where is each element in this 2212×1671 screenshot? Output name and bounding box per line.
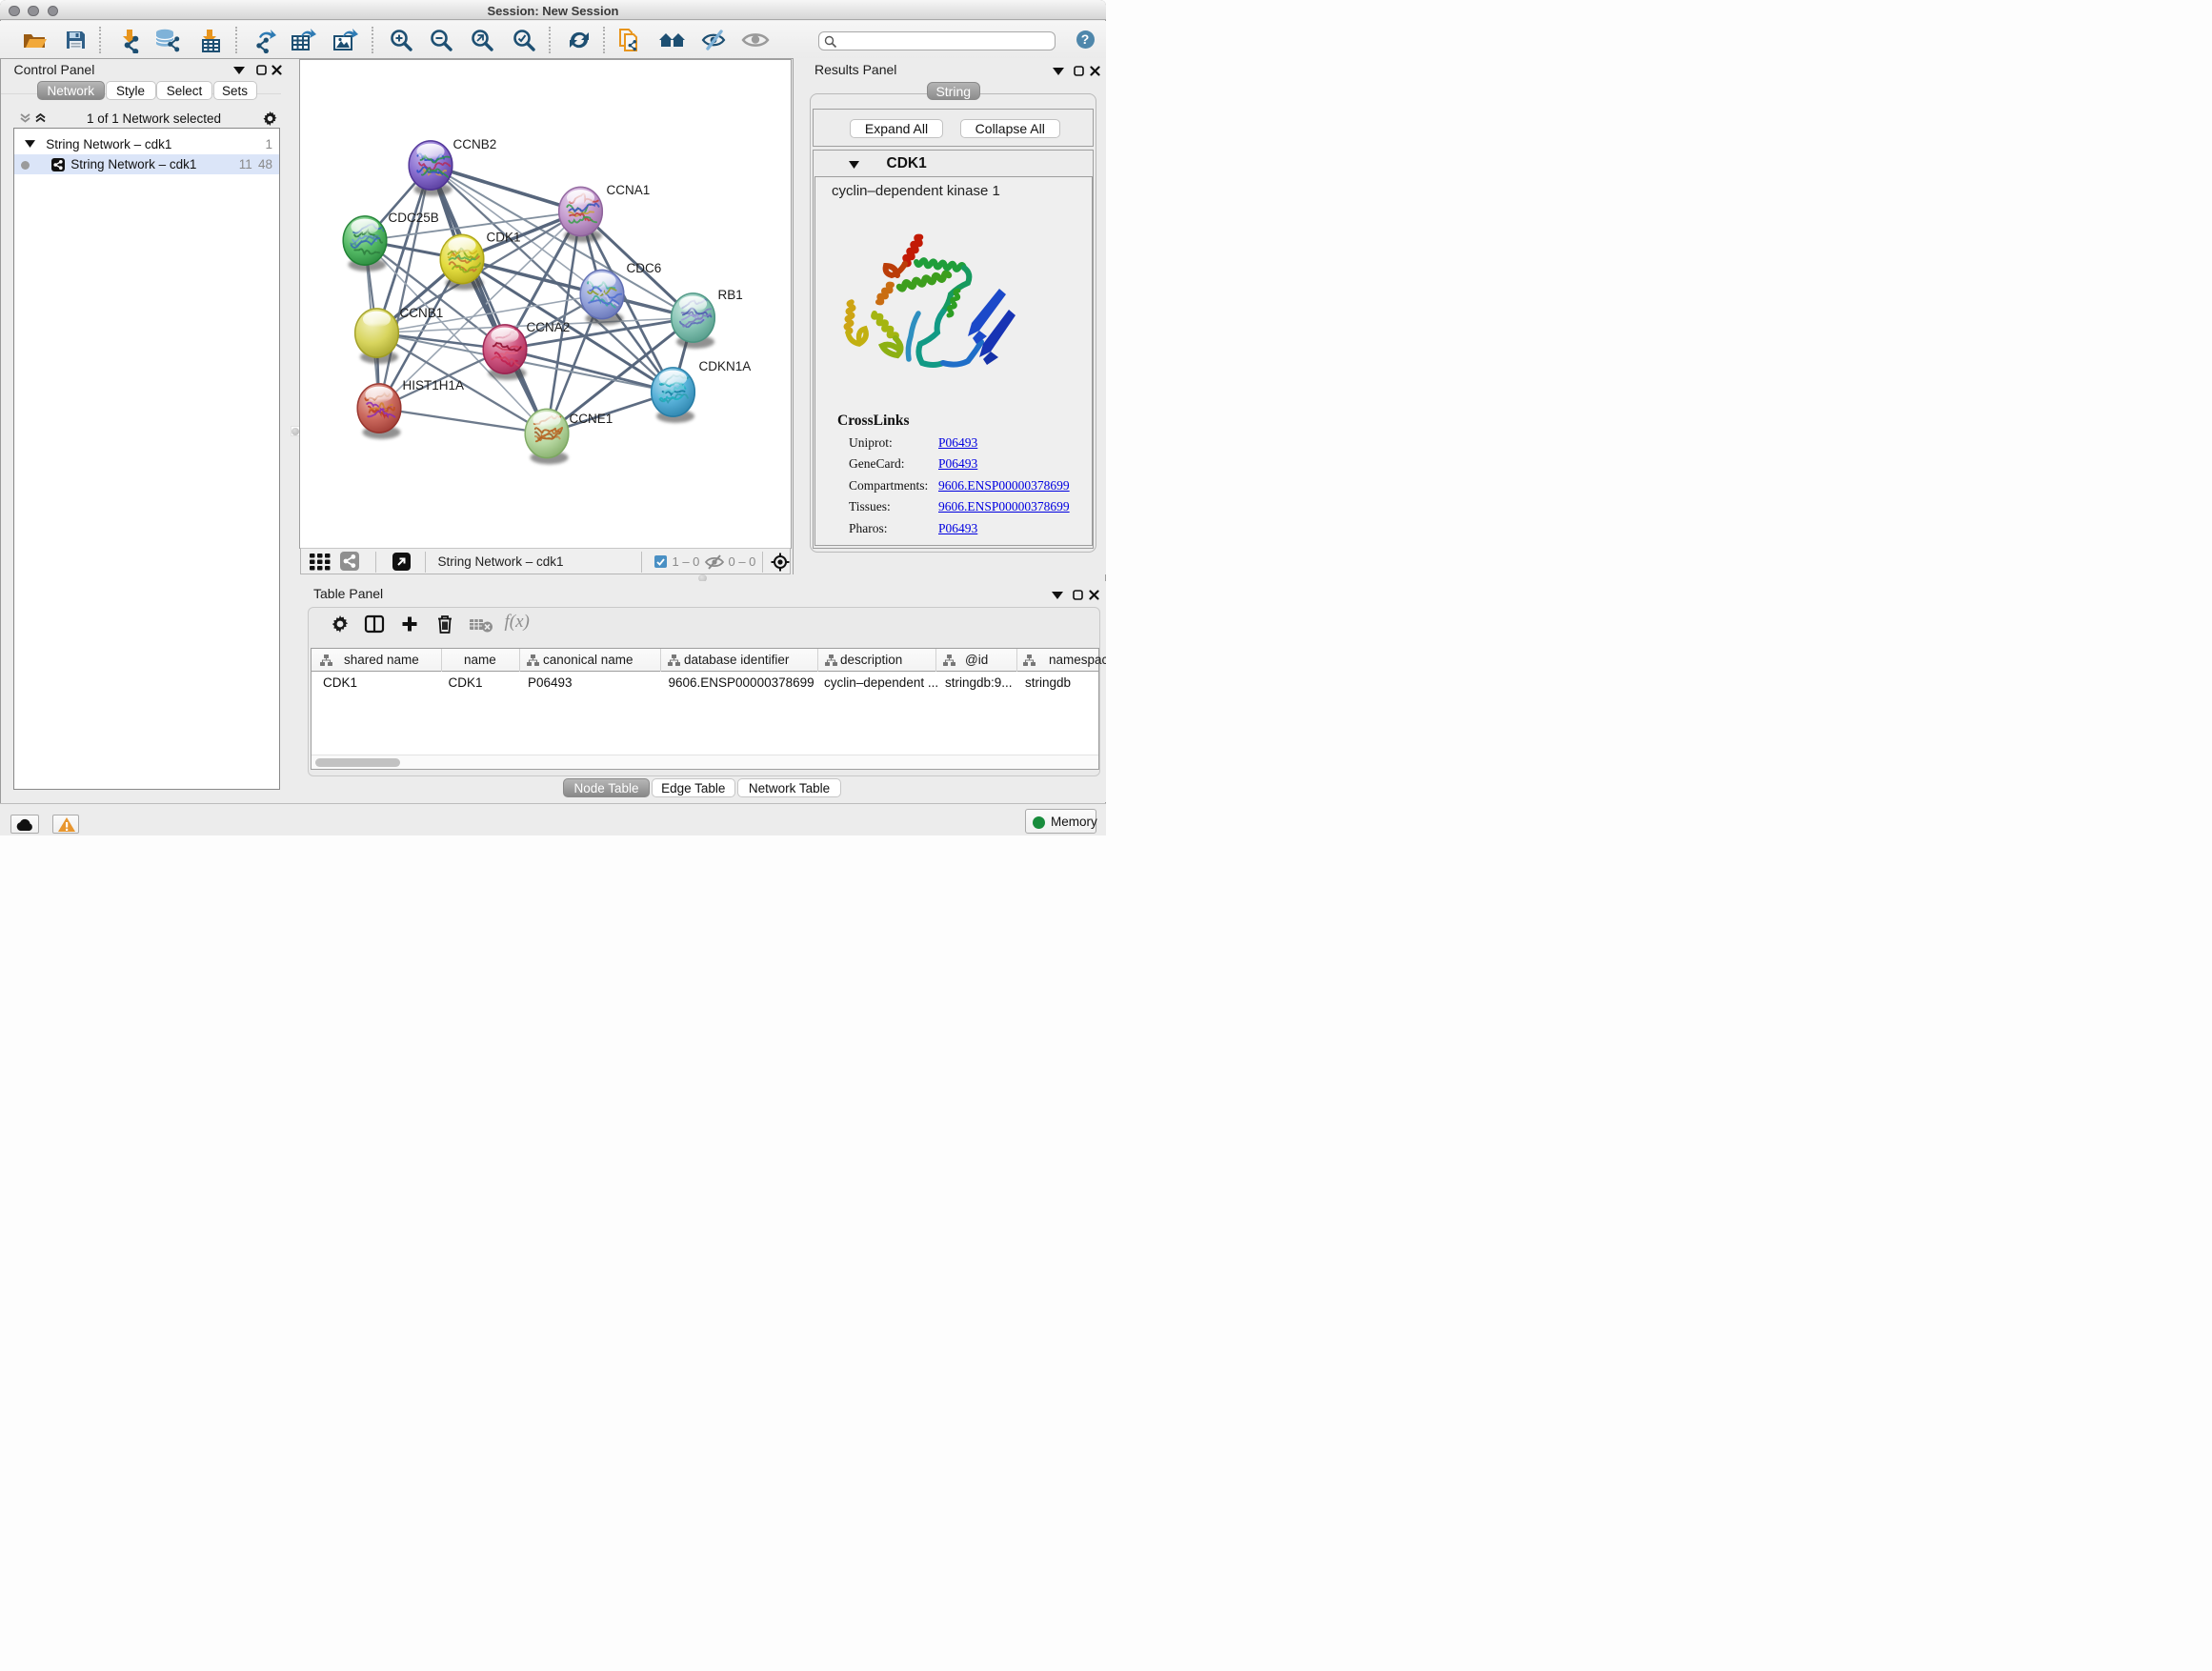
svg-text:RB1: RB1 (717, 288, 742, 302)
svg-text:CDC6: CDC6 (626, 261, 661, 275)
svg-text:CCNE1: CCNE1 (569, 412, 613, 426)
svg-text:CCNA2: CCNA2 (526, 320, 570, 334)
svg-text:CCNB2: CCNB2 (452, 137, 496, 151)
svg-text:CDC25B: CDC25B (388, 211, 438, 225)
svg-text:CDKN1A: CDKN1A (698, 359, 751, 373)
svg-text:CCNB1: CCNB1 (399, 306, 443, 320)
svg-text:CDK1: CDK1 (486, 230, 520, 244)
svg-text:HIST1H1A: HIST1H1A (402, 378, 464, 393)
svg-text:CCNA1: CCNA1 (606, 183, 650, 197)
